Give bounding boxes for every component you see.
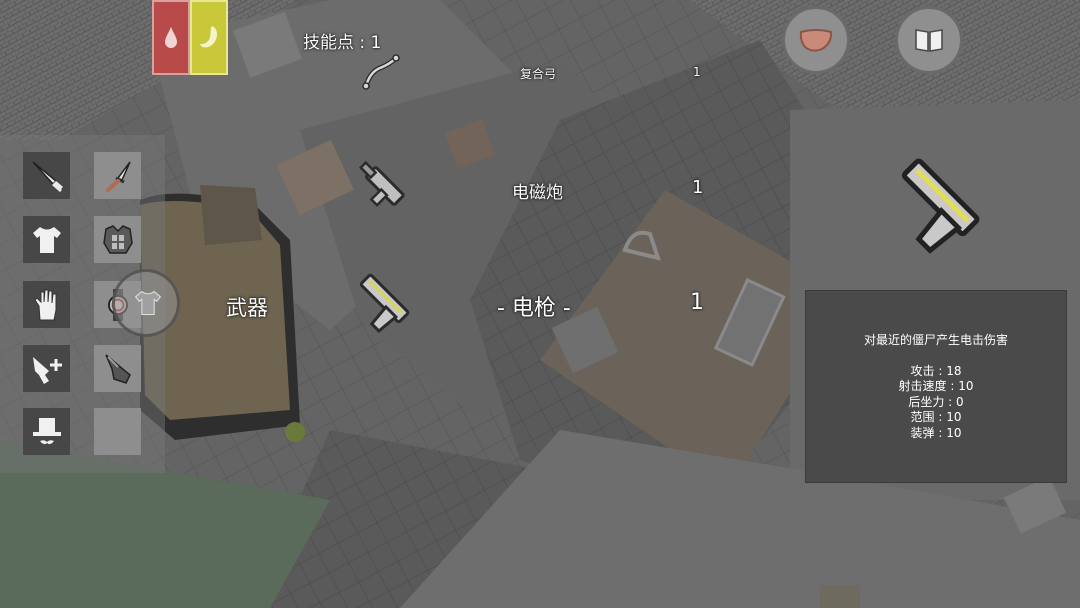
weapon-count-electric-pistol: 1 [690, 290, 704, 315]
pistol-plus-icon [32, 356, 62, 384]
slot-knife[interactable] [23, 152, 70, 199]
slot-shirt[interactable] [23, 216, 70, 263]
slot-hat[interactable] [23, 408, 70, 455]
game-scene: 技能点 : 1 复合弓 1 电磁炮 1 武器 - 电枪 - 1 对最近的僵尸产生… [0, 0, 1080, 608]
blood-drop-icon [165, 27, 177, 48]
slot-armor[interactable] [94, 216, 141, 263]
hat-icon [32, 417, 61, 444]
glove-icon [33, 289, 56, 320]
railgun-icon [359, 160, 405, 207]
weapon-name-railgun[interactable]: 电磁炮 [512, 178, 563, 203]
slot-pistol-plus[interactable] [23, 345, 70, 392]
weapons-section-label: 武器 [226, 296, 268, 320]
electric-pistol-icon [359, 273, 410, 334]
skill-points-label: 技能点 : 1 [303, 33, 382, 53]
shirt-icon [134, 290, 162, 315]
movement-joystick[interactable] [112, 269, 180, 337]
stat-range: 范围 : 10 [910, 410, 962, 424]
armor-icon [102, 224, 133, 254]
stat-reload: 装弹 : 10 [910, 425, 962, 440]
slot-boomerang[interactable] [94, 345, 141, 392]
slot-dagger[interactable] [94, 152, 141, 199]
journal-button[interactable] [895, 6, 963, 74]
weapon-name-bow[interactable]: 复合弓 [520, 65, 556, 82]
weapon-count-railgun: 1 [692, 177, 704, 198]
selected-weapon-icon [901, 158, 980, 254]
stomach-icon [200, 26, 218, 48]
weapon-description: 对最近的僵尸产生电击伤害 [863, 333, 1008, 347]
slot-empty[interactable] [94, 408, 141, 455]
bow-icon [362, 54, 400, 90]
stat-fire-rate: 射击速度 : 10 [898, 379, 974, 393]
knife-icon [31, 160, 63, 192]
shirt-icon [32, 226, 61, 253]
slot-glove[interactable] [23, 281, 70, 328]
meat-icon [799, 29, 833, 52]
book-icon [915, 29, 943, 52]
weapon-name-electric-pistol[interactable]: - 电枪 - [497, 290, 571, 322]
boomerang-icon [104, 353, 131, 384]
dagger-icon [105, 161, 131, 192]
weapon-count-bow: 1 [693, 65, 701, 79]
hunger-bar [190, 0, 228, 75]
stat-recoil: 后坐力 : 0 [908, 394, 964, 409]
stat-attack: 攻击 : 18 [910, 363, 962, 378]
blood-bar [152, 0, 190, 75]
weapon-info-panel: 对最近的僵尸产生电击伤害 攻击 : 18 射击速度 : 10 后坐力 : 0 范… [805, 290, 1067, 483]
meat-button[interactable] [782, 6, 850, 74]
